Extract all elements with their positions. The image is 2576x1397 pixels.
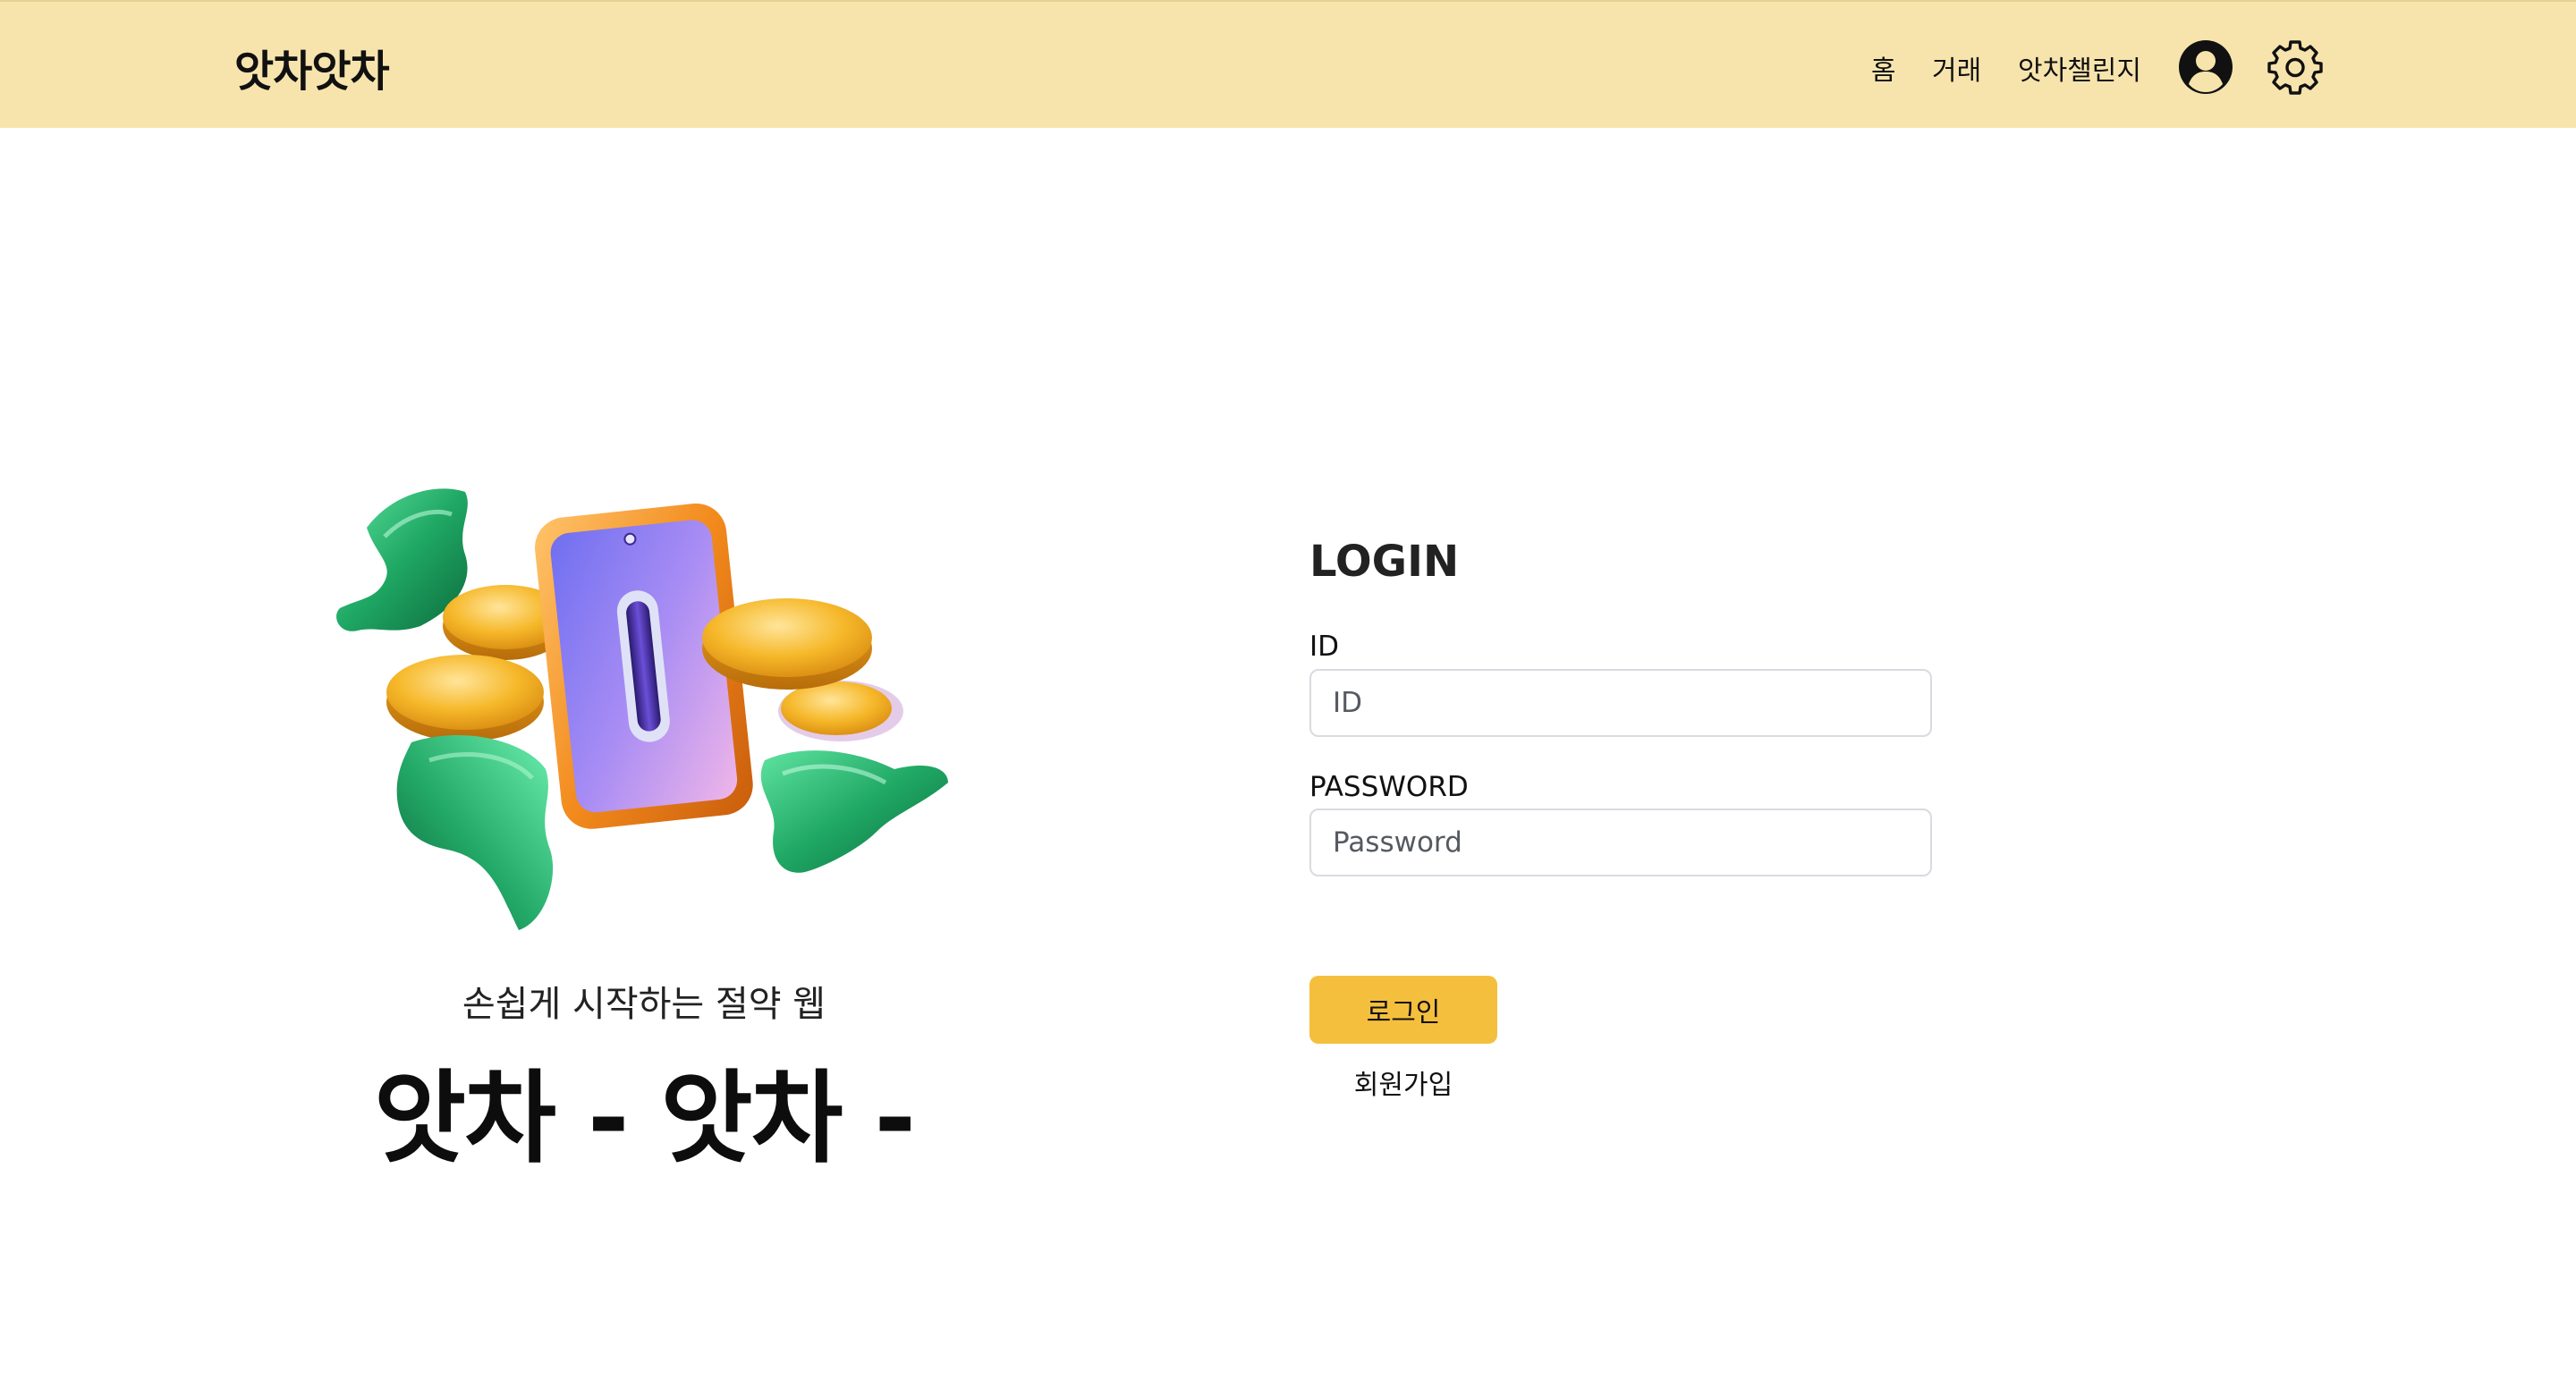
nav-link-challenge[interactable]: 앗차챌린지 [2018,48,2141,88]
id-label: ID [1309,631,1340,663]
gear-icon[interactable] [2267,38,2324,96]
nav-link-home[interactable]: 홈 [1871,48,1896,88]
signup-link[interactable]: 회원가입 [1309,1063,1497,1102]
password-label: PASSWORD [1309,771,1469,803]
hero-tagline: 손쉽게 시작하는 절약 웹 [462,984,826,1025]
phone-coins-cash-illustration [336,488,948,930]
password-input[interactable] [1309,809,1932,876]
user-circle-icon[interactable] [2177,38,2234,96]
top-navbar: 앗차앗차 홈 거래 앗차챌린지 [0,0,2576,128]
login-title: LOGIN [1309,537,1460,587]
brand-logo[interactable]: 앗차앗차 [234,36,390,98]
hero-title: 앗차 - 앗차 - [373,1061,916,1177]
id-input[interactable] [1309,669,1932,737]
nav-link-trade[interactable]: 거래 [1932,48,1981,88]
login-button[interactable]: 로그인 [1309,976,1497,1044]
